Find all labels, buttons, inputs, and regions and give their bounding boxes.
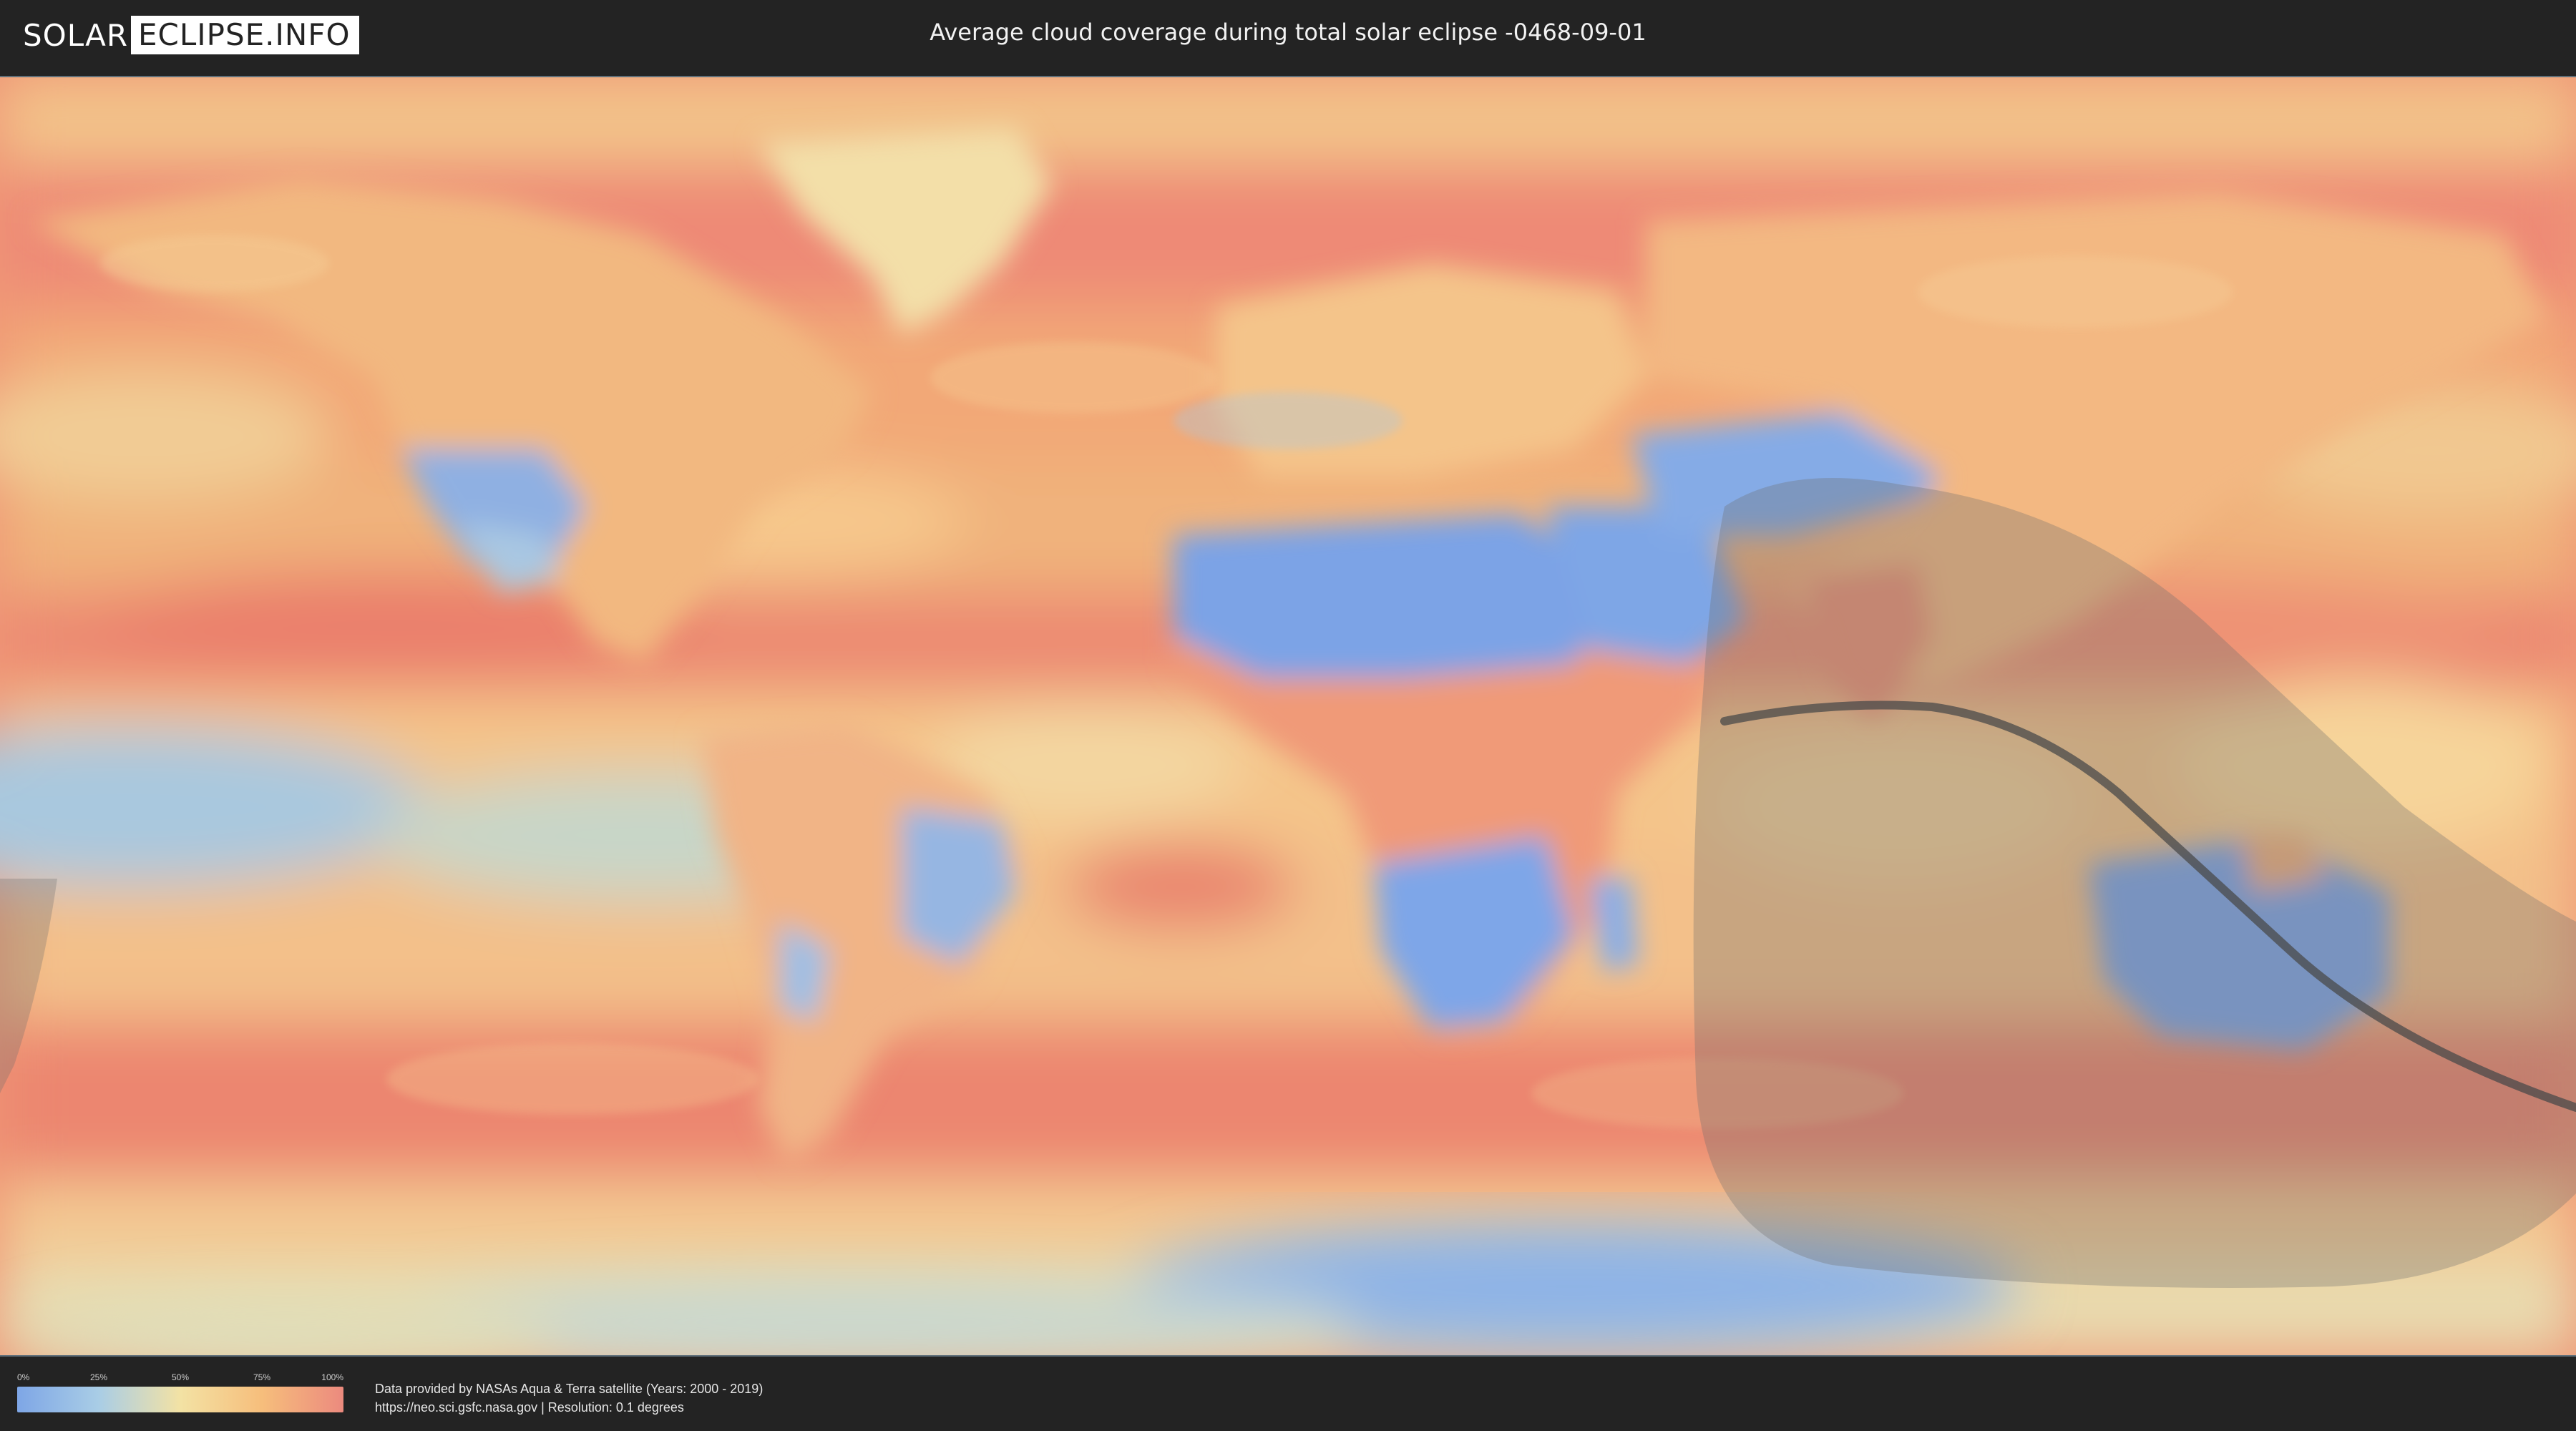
- legend-color-bar: [17, 1387, 343, 1412]
- legend-tick: 0%: [17, 1372, 30, 1382]
- page-title-text: Average cloud coverage during total sola…: [930, 19, 1646, 46]
- footer: 0% 25% 50% 75% 100% Data provided by NAS…: [0, 1358, 2576, 1431]
- cloud-coverage-legend: 0% 25% 50% 75% 100%: [17, 1372, 343, 1412]
- credits-line-1: Data provided by NASAs Aqua & Terra sate…: [375, 1382, 763, 1396]
- legend-ticks: 0% 25% 50% 75% 100%: [17, 1372, 343, 1384]
- page: SOLAR ECLIPSE.INFO Average cloud coverag…: [0, 0, 2576, 1431]
- legend-tick: 25%: [89, 1372, 108, 1382]
- data-credits: Data provided by NASAs Aqua & Terra sate…: [375, 1379, 763, 1417]
- legend-tick: 75%: [253, 1372, 271, 1382]
- page-title: Average cloud coverage during total sola…: [0, 19, 2576, 46]
- cloud-coverage-map[interactable]: [0, 76, 2576, 1357]
- sahara-clear: [1174, 514, 1617, 678]
- map-svg: [0, 77, 2576, 1355]
- header: SOLAR ECLIPSE.INFO Average cloud coverag…: [0, 0, 2576, 72]
- legend-tick: 100%: [321, 1372, 343, 1382]
- legend-tick: 50%: [171, 1372, 190, 1382]
- credits-line-2: https://neo.sci.gsfc.nasa.gov | Resoluti…: [375, 1400, 684, 1415]
